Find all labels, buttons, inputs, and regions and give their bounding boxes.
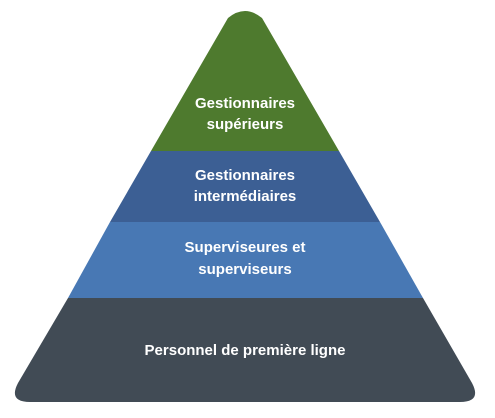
tier-top-label-line-2: supérieurs <box>207 116 284 133</box>
tier-middle-label-line-2: intermédiaires <box>194 188 297 205</box>
tier-supervisors-label-line-1: Superviseures et <box>185 239 306 256</box>
tier-middle-shape <box>110 151 380 222</box>
tier-middle: Gestionnaires intermédiaires <box>110 151 380 222</box>
tier-base-label: Personnel de première ligne <box>145 342 346 359</box>
tier-top: Gestionnaires supérieurs <box>151 11 339 151</box>
tier-middle-label-line-1: Gestionnaires <box>195 167 295 184</box>
tier-supervisors-label-line-2: superviseurs <box>198 261 291 278</box>
management-pyramid: Gestionnaires supérieurs Gestionnaires i… <box>14 11 476 402</box>
tier-supervisors-shape <box>68 222 423 298</box>
tier-supervisors: Superviseures et superviseurs <box>68 222 423 298</box>
tier-base: Personnel de première ligne <box>14 298 476 402</box>
tier-top-label-line-1: Gestionnaires <box>195 95 295 112</box>
